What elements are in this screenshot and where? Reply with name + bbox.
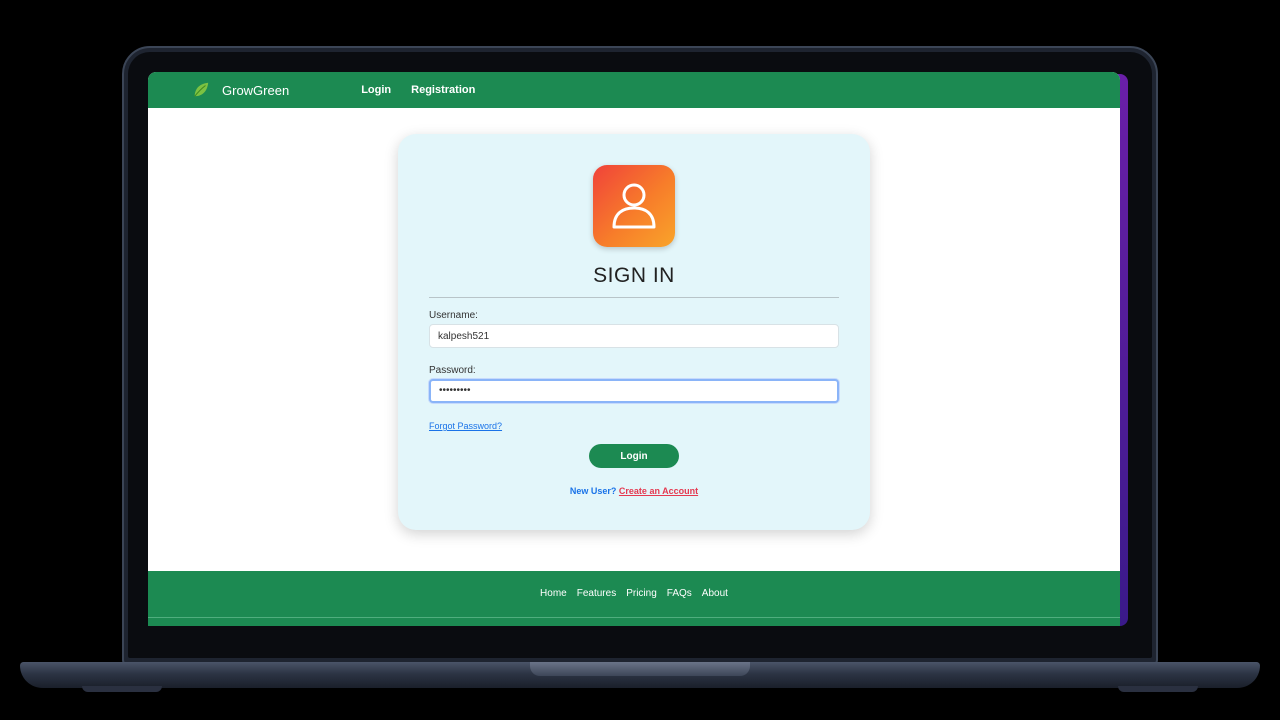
laptop-foot-left <box>82 686 162 692</box>
avatar-box <box>593 165 675 247</box>
nav-item-registration[interactable]: Registration <box>411 84 475 96</box>
footer-link-pricing[interactable]: Pricing <box>626 588 657 599</box>
login-button[interactable]: Login <box>589 444 679 468</box>
create-account-link[interactable]: Create an Account <box>619 486 698 496</box>
brand-name: GrowGreen <box>222 82 290 98</box>
footer-link-features[interactable]: Features <box>577 588 616 599</box>
password-input[interactable]: ••••••••• <box>429 379 839 403</box>
username-input[interactable] <box>429 324 839 348</box>
browser-viewport: GrowGreen Login Registration SIGN IN Use… <box>148 72 1120 626</box>
nav-links: Login Registration <box>361 84 475 96</box>
user-icon <box>612 183 656 229</box>
new-user-row: New User? Create an Account <box>398 486 870 496</box>
footer-links: Home Features Pricing FAQs About <box>148 588 1120 599</box>
signin-title: SIGN IN <box>593 264 675 287</box>
nav-item-login[interactable]: Login <box>361 84 391 96</box>
new-user-label: New User? <box>569 486 617 496</box>
forgot-password-link[interactable]: Forgot Password? <box>429 421 502 431</box>
title-divider <box>429 297 839 298</box>
footer-link-faqs[interactable]: FAQs <box>667 588 692 599</box>
footer: Home Features Pricing FAQs About <box>148 571 1120 626</box>
laptop-notch <box>530 662 750 676</box>
footer-link-about[interactable]: About <box>702 588 728 599</box>
signin-card: SIGN IN Username: Password: ••••••••• Fo… <box>398 134 870 530</box>
username-label: Username: <box>429 310 478 321</box>
laptop-foot-right <box>1118 686 1198 692</box>
leaf-icon <box>194 82 209 97</box>
password-label: Password: <box>429 365 476 376</box>
brand[interactable]: GrowGreen <box>192 81 289 99</box>
footer-divider <box>148 617 1120 618</box>
footer-link-home[interactable]: Home <box>540 588 567 599</box>
navbar: GrowGreen Login Registration <box>148 72 1120 108</box>
